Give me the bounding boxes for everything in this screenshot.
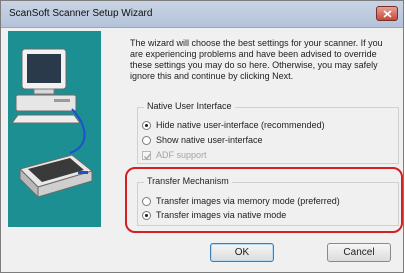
computer-icon <box>11 48 81 124</box>
description-text: The wizard will choose the best settings… <box>130 38 383 81</box>
adf-support-checkbox: ADF support <box>142 149 207 161</box>
adf-support-label: ADF support <box>156 150 207 160</box>
show-native-ui-label: Show native user-interface <box>156 135 263 145</box>
scanner-icon <box>19 154 94 199</box>
title-bar[interactable]: ScanSoft Scanner Setup Wizard <box>1 1 403 28</box>
wizard-window: ScanSoft Scanner Setup Wizard The wizard… <box>0 0 404 273</box>
hide-native-ui-radio[interactable]: Hide native user-interface (recommended) <box>142 119 325 131</box>
ok-button[interactable]: OK <box>210 243 274 262</box>
close-button[interactable] <box>376 6 398 21</box>
checkbox <box>142 150 152 160</box>
radio-button[interactable] <box>142 135 151 145</box>
highlight-annotation <box>125 167 403 233</box>
checkmark-icon <box>143 153 152 160</box>
close-icon <box>383 10 392 18</box>
native-ui-title: Native User Interface <box>144 101 235 111</box>
cancel-button[interactable]: Cancel <box>327 243 391 262</box>
hide-native-ui-label: Hide native user-interface (recommended) <box>156 120 325 130</box>
window-title: ScanSoft Scanner Setup Wizard <box>9 8 153 19</box>
wizard-illustration <box>8 31 101 227</box>
radio-button[interactable] <box>142 120 151 130</box>
show-native-ui-radio[interactable]: Show native user-interface <box>142 134 263 146</box>
